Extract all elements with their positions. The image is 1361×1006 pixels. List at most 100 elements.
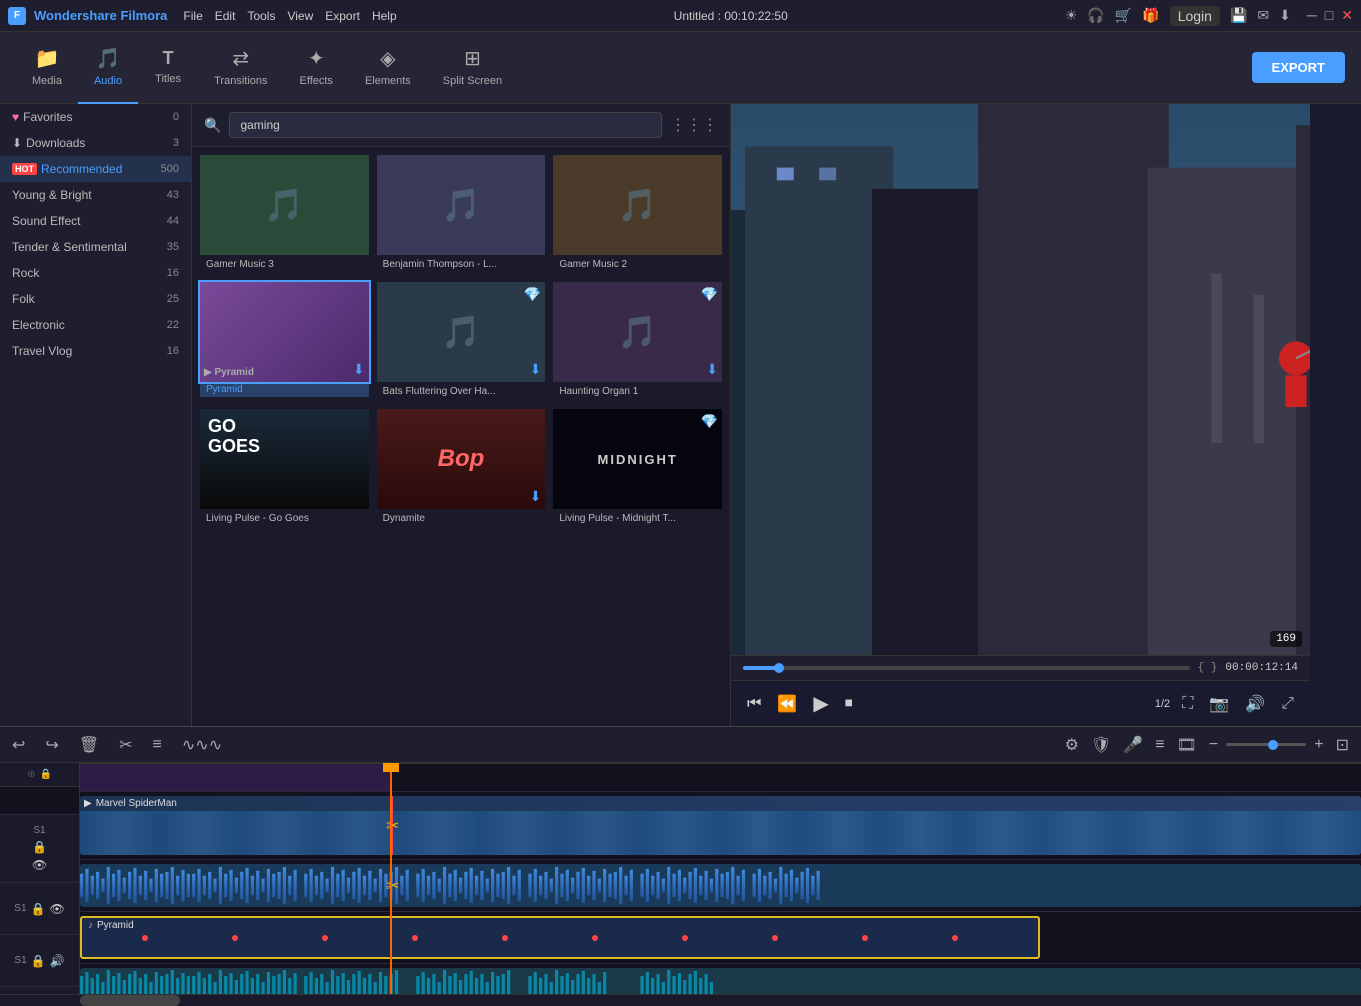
- captions-button[interactable]: ≡: [1151, 732, 1168, 758]
- beat-marker-8: [772, 935, 778, 941]
- track-header-music: S1 🔒 🔊: [0, 935, 79, 987]
- media-item-benjamin[interactable]: 🎵 Benjamin Thompson - L...: [377, 155, 546, 274]
- toolbar-effects[interactable]: ✦ Effects: [284, 32, 349, 104]
- sidebar-item-travelvlog[interactable]: Travel Vlog 16: [0, 338, 191, 364]
- fullscreen-button[interactable]: ⛶: [1178, 691, 1197, 717]
- add-track-icon[interactable]: ⊕: [27, 769, 35, 780]
- delete-button[interactable]: 🗑: [75, 731, 103, 759]
- minimize-button[interactable]: ─: [1307, 7, 1317, 24]
- stop-button[interactable]: ⏹: [841, 691, 857, 717]
- export-button[interactable]: EXPORT: [1252, 52, 1345, 83]
- menu-file[interactable]: File: [183, 9, 202, 23]
- sidebar-travelvlog-label: Travel Vlog: [12, 344, 72, 358]
- toolbar-media[interactable]: 📁 Media: [16, 32, 78, 104]
- settings-preview-button[interactable]: ⤢: [1277, 691, 1298, 717]
- progress-bar[interactable]: [743, 666, 1190, 670]
- gift-icon[interactable]: 🎁: [1142, 7, 1159, 24]
- menu-view[interactable]: View: [287, 9, 313, 23]
- media-item-pyramid[interactable]: ▶ Pyramid ⬇ Pyramid: [200, 282, 369, 401]
- login-button[interactable]: Login: [1170, 6, 1220, 26]
- beat-marker-4: [412, 935, 418, 941]
- volume-preview-button[interactable]: 🔊: [1241, 690, 1269, 718]
- window-title: Untitled : 00:10:22:50: [405, 9, 1057, 23]
- bottom-audio-track[interactable]: [80, 964, 1361, 994]
- headphones-icon[interactable]: 🎧: [1087, 7, 1104, 24]
- frame-back-button[interactable]: ⏪: [773, 690, 801, 718]
- cart-icon[interactable]: 🛒: [1115, 7, 1132, 24]
- sidebar-downloads-label: Downloads: [26, 136, 85, 150]
- search-input[interactable]: [229, 112, 662, 138]
- mail-icon[interactable]: ✉: [1257, 7, 1269, 24]
- mic-button[interactable]: 🎤: [1119, 731, 1147, 759]
- sidebar-item-tender[interactable]: Tender & Sentimental 35: [0, 234, 191, 260]
- toolbar-titles[interactable]: T Titles: [138, 32, 198, 104]
- audio-mix-button[interactable]: ≡: [149, 732, 166, 758]
- beat-marker-10: [952, 935, 958, 941]
- track-audio-eye-icon[interactable]: 👁: [49, 902, 64, 916]
- sidebar-item-downloads[interactable]: ⬇ Downloads 3: [0, 130, 191, 156]
- toolbar-transitions[interactable]: ⇄ Transitions: [198, 32, 283, 104]
- sidebar-item-recommended[interactable]: HOT Recommended 500: [0, 156, 191, 182]
- main-toolbar: 📁 Media 🎵 Audio T Titles ⇄ Transitions ✦…: [0, 32, 1361, 104]
- menu-edit[interactable]: Edit: [215, 9, 236, 23]
- lock-all-icon[interactable]: 🔒: [39, 769, 51, 780]
- sidebar-item-folk[interactable]: Folk 25: [0, 286, 191, 312]
- toolbar-audio[interactable]: 🎵 Audio: [78, 32, 138, 104]
- fit-button[interactable]: ⊡: [1332, 731, 1353, 759]
- zoom-out-button[interactable]: −: [1205, 732, 1222, 758]
- save-icon[interactable]: 💾: [1230, 7, 1247, 24]
- download-haunting-icon: ⬇: [706, 361, 718, 378]
- undo-button[interactable]: ↩: [8, 731, 29, 759]
- sidebar-item-rock[interactable]: Rock 16: [0, 260, 191, 286]
- track-music-vol-icon[interactable]: 🔊: [50, 954, 65, 968]
- gamer2-label: Gamer Music 2: [553, 255, 722, 274]
- media-item-dynamite[interactable]: Bop ⬇ Dynamite: [377, 409, 546, 528]
- toolbar-splitscreen[interactable]: ⊞ Split Screen: [427, 32, 518, 104]
- maximize-button[interactable]: □: [1325, 7, 1333, 24]
- timeline-scrollbar[interactable]: [0, 994, 1361, 1006]
- zoom-slider[interactable]: [1226, 743, 1306, 746]
- sidebar-item-youngbright[interactable]: Young & Bright 43: [0, 182, 191, 208]
- sidebar-item-favorites[interactable]: ♥ Favorites 0: [0, 104, 191, 130]
- skip-back-button[interactable]: ⏮: [743, 691, 765, 717]
- media-item-gamer3[interactable]: 🎵 Gamer Music 3: [200, 155, 369, 274]
- cut-button[interactable]: ✂: [115, 731, 136, 759]
- music-track[interactable]: ♪ Pyramid: [80, 912, 1361, 964]
- close-button[interactable]: ✕: [1341, 7, 1353, 24]
- sun-icon[interactable]: ☀: [1065, 7, 1078, 24]
- media-item-gamer2[interactable]: 🎵 Gamer Music 2: [553, 155, 722, 274]
- media-item-haunting[interactable]: 🎵 💎 ⬇ Haunting Organ 1: [553, 282, 722, 401]
- media-item-bats[interactable]: 🎵 💎 ⬇ Bats Fluttering Over Ha...: [377, 282, 546, 401]
- download-header-icon[interactable]: ⬇: [1279, 7, 1291, 24]
- track-eye-icon[interactable]: 👁: [32, 858, 47, 872]
- effects-icon: ✦: [308, 46, 325, 71]
- left-brace: { }: [1198, 662, 1218, 674]
- menu-export[interactable]: Export: [325, 9, 360, 23]
- waveform-button[interactable]: ∿∿∿: [178, 731, 226, 759]
- media-item-midnight[interactable]: MIDNIGHT 💎 Living Pulse - Midnight T...: [553, 409, 722, 528]
- filmstrip-button[interactable]: 🎞: [1173, 731, 1201, 759]
- zoom-in-button[interactable]: +: [1310, 732, 1327, 758]
- toolbar-elements[interactable]: ◈ Elements: [349, 32, 427, 104]
- audio-wave-track[interactable]: ✂: [80, 860, 1361, 912]
- menu-tools[interactable]: Tools: [247, 9, 275, 23]
- sidebar-item-soundeffect[interactable]: Sound Effect 44: [0, 208, 191, 234]
- shield-button[interactable]: 🛡: [1087, 731, 1115, 759]
- redo-button[interactable]: ↪: [41, 731, 62, 759]
- track-lock-icon[interactable]: 🔒: [32, 840, 47, 854]
- media-item-livingpulse[interactable]: GOGOES Living Pulse - Go Goes: [200, 409, 369, 528]
- snapshot-button[interactable]: 📷: [1205, 690, 1233, 718]
- sidebar-item-electronic[interactable]: Electronic 22: [0, 312, 191, 338]
- scrollbar-thumb[interactable]: [80, 995, 180, 1006]
- progress-handle[interactable]: [774, 663, 784, 673]
- grid-options-icon[interactable]: ⋮⋮⋮: [670, 115, 718, 135]
- settings-tl-button[interactable]: ⚙: [1061, 731, 1083, 759]
- beat-marker-2: [232, 935, 238, 941]
- zoom-controls: ⚙ 🛡 🎤 ≡ 🎞 − + ⊡: [1061, 731, 1353, 759]
- track-audio-lock-icon[interactable]: 🔒: [31, 902, 46, 916]
- track-music-lock-icon[interactable]: 🔒: [31, 954, 46, 968]
- play-button[interactable]: ▶: [809, 687, 832, 720]
- gamer3-label: Gamer Music 3: [200, 255, 369, 274]
- video-track[interactable]: ▶ Marvel SpiderMan ✂: [80, 792, 1361, 860]
- menu-help[interactable]: Help: [372, 9, 397, 23]
